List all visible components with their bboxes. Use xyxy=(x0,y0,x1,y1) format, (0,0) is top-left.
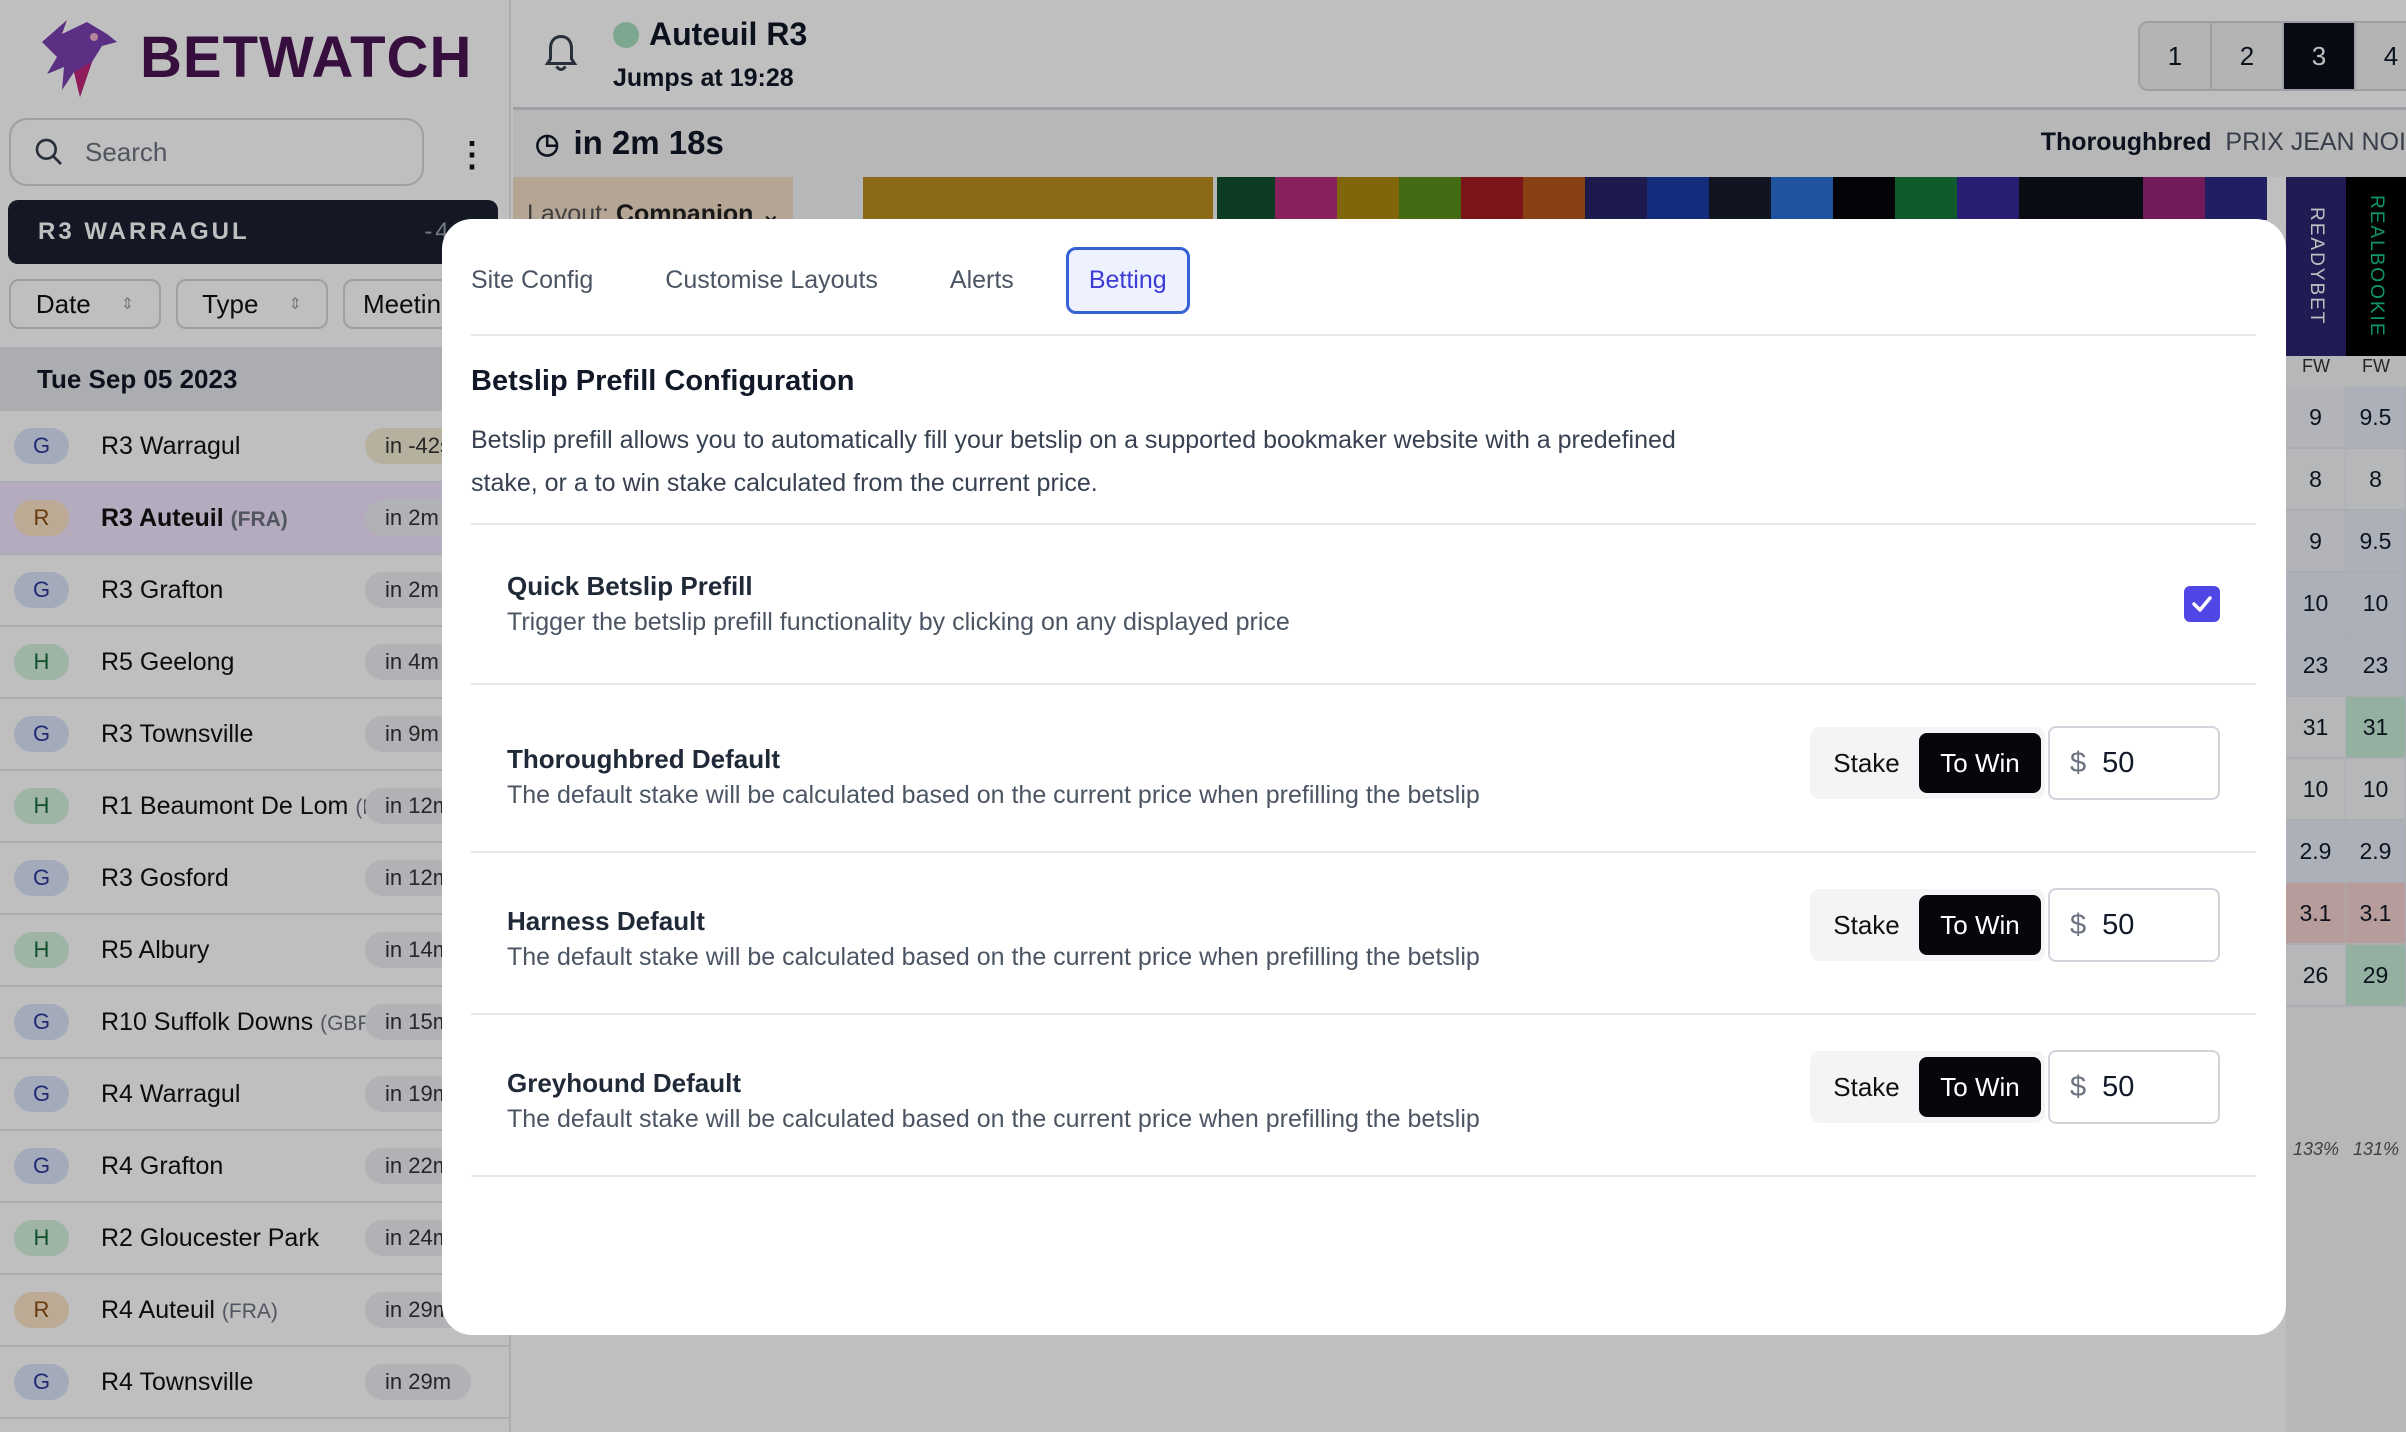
divider xyxy=(471,1013,2256,1015)
section-description: Betslip prefill allows you to automatica… xyxy=(471,426,1676,497)
stake-option[interactable]: Stake xyxy=(1814,895,1919,955)
section-title: Betslip Prefill Configuration xyxy=(471,365,855,397)
stake-amount-input[interactable]: $50 xyxy=(2048,726,2220,800)
default-title: Thoroughbred Default xyxy=(507,744,780,774)
tab-customise-layouts[interactable]: Customise Layouts xyxy=(665,250,878,311)
quick-prefill-title: Quick Betslip Prefill xyxy=(507,571,753,601)
currency-symbol: $ xyxy=(2070,908,2087,941)
divider xyxy=(471,334,2256,336)
default-subtitle: The default stake will be calculated bas… xyxy=(507,781,1480,809)
divider xyxy=(471,851,2256,853)
tab-betting[interactable]: Betting xyxy=(1065,247,1190,314)
quick-prefill-subtitle: Trigger the betslip prefill functionalit… xyxy=(507,608,1290,636)
default-title: Greyhound Default xyxy=(507,1068,742,1098)
divider xyxy=(471,523,2256,525)
default-subtitle: The default stake will be calculated bas… xyxy=(507,943,1480,971)
stake-amount-input[interactable]: $50 xyxy=(2048,1050,2220,1124)
stake-mode-toggle: Stake To Win xyxy=(1810,727,2045,799)
tab-alerts[interactable]: Alerts xyxy=(950,250,1014,311)
settings-modal: Site Config Customise Layouts Alerts Bet… xyxy=(442,219,2286,1335)
quick-prefill-checkbox[interactable] xyxy=(2184,586,2220,622)
stake-option[interactable]: Stake xyxy=(1814,733,1919,793)
default-title: Harness Default xyxy=(507,906,705,936)
settings-tabs: Site Config Customise Layouts Alerts Bet… xyxy=(471,247,1262,314)
tab-site-config[interactable]: Site Config xyxy=(471,250,593,311)
stake-amount-input[interactable]: $50 xyxy=(2048,888,2220,962)
currency-symbol: $ xyxy=(2070,746,2087,779)
check-icon xyxy=(2192,596,2212,612)
divider xyxy=(471,683,2256,685)
stake-amount-value: 50 xyxy=(2102,908,2135,941)
to-win-option[interactable]: To Win xyxy=(1919,1057,2041,1117)
to-win-option[interactable]: To Win xyxy=(1919,895,2041,955)
divider xyxy=(471,1175,2256,1177)
default-subtitle: The default stake will be calculated bas… xyxy=(507,1105,1480,1133)
stake-amount-value: 50 xyxy=(2102,746,2135,779)
to-win-option[interactable]: To Win xyxy=(1919,733,2041,793)
stake-mode-toggle: Stake To Win xyxy=(1810,889,2045,961)
stake-amount-value: 50 xyxy=(2102,1070,2135,1103)
currency-symbol: $ xyxy=(2070,1070,2087,1103)
stake-option[interactable]: Stake xyxy=(1814,1057,1919,1117)
stake-mode-toggle: Stake To Win xyxy=(1810,1051,2045,1123)
